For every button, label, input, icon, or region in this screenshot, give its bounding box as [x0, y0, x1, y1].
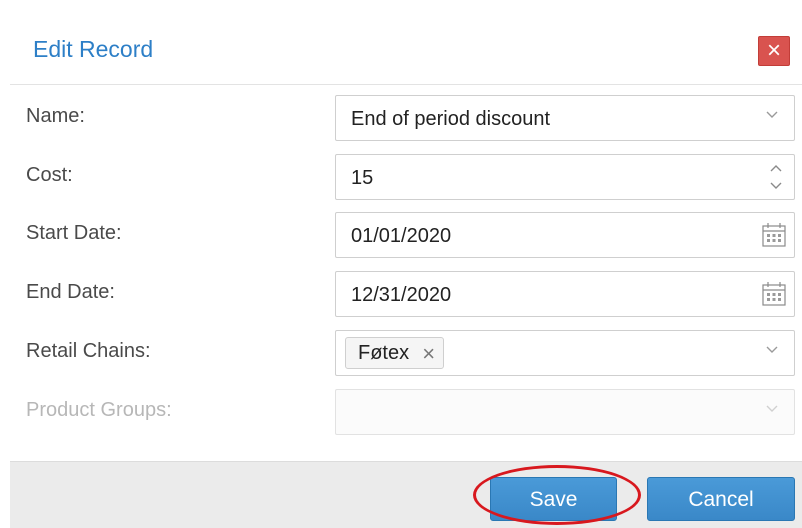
name-label: Name:	[26, 105, 85, 127]
cost-value: 15	[351, 167, 374, 189]
end-date-label: End Date:	[26, 281, 115, 303]
name-value: End of period discount	[351, 108, 551, 130]
dialog-title: Edit Record	[33, 36, 154, 62]
close-icon: ×	[766, 37, 781, 64]
dialog-titlebar: Edit Record ×	[10, 14, 802, 85]
cost-row: Cost: 15	[10, 154, 802, 204]
calendar-icon[interactable]	[760, 280, 788, 308]
dialog-footer: Save Cancel	[10, 461, 802, 528]
end-date-value: 12/31/2020	[351, 284, 452, 306]
cost-numeric-input[interactable]: 15	[335, 154, 795, 200]
calendar-icon[interactable]	[760, 221, 788, 249]
chevron-down-icon[interactable]	[766, 111, 778, 121]
close-button[interactable]: ×	[758, 36, 790, 66]
chevron-down-icon[interactable]	[766, 346, 778, 356]
name-row: Name: End of period discount	[10, 95, 802, 145]
retail-chains-multiselect[interactable]: Føtex ×	[335, 330, 795, 376]
retail-chains-row: Retail Chains: Føtex ×	[10, 330, 802, 380]
spinner-arrows-icon[interactable]	[768, 161, 784, 193]
start-date-value: 01/01/2020	[351, 225, 452, 247]
end-date-row: End Date: 12/31/2020	[10, 271, 802, 321]
product-groups-row: Product Groups:	[10, 389, 802, 439]
name-dropdown[interactable]: End of period discount	[335, 95, 795, 141]
start-date-row: Start Date: 01/01/2020	[10, 212, 802, 262]
edit-record-dialog: Edit Record × Name: End of period discou…	[10, 0, 802, 528]
retail-chain-tag-label: Føtex	[358, 342, 410, 364]
cost-label: Cost:	[26, 164, 73, 186]
tag-remove-icon[interactable]: ×	[422, 341, 435, 367]
product-groups-label: Product Groups:	[26, 399, 172, 421]
product-groups-dropdown	[335, 389, 795, 435]
cancel-button[interactable]: Cancel	[647, 477, 795, 521]
start-date-picker[interactable]: 01/01/2020	[335, 212, 795, 258]
save-highlight-annotation	[473, 465, 641, 525]
start-date-label: Start Date:	[26, 222, 122, 244]
retail-chains-label: Retail Chains:	[26, 340, 151, 362]
end-date-picker[interactable]: 12/31/2020	[335, 271, 795, 317]
retail-chain-tag: Føtex ×	[345, 337, 445, 369]
chevron-down-icon	[766, 405, 778, 415]
